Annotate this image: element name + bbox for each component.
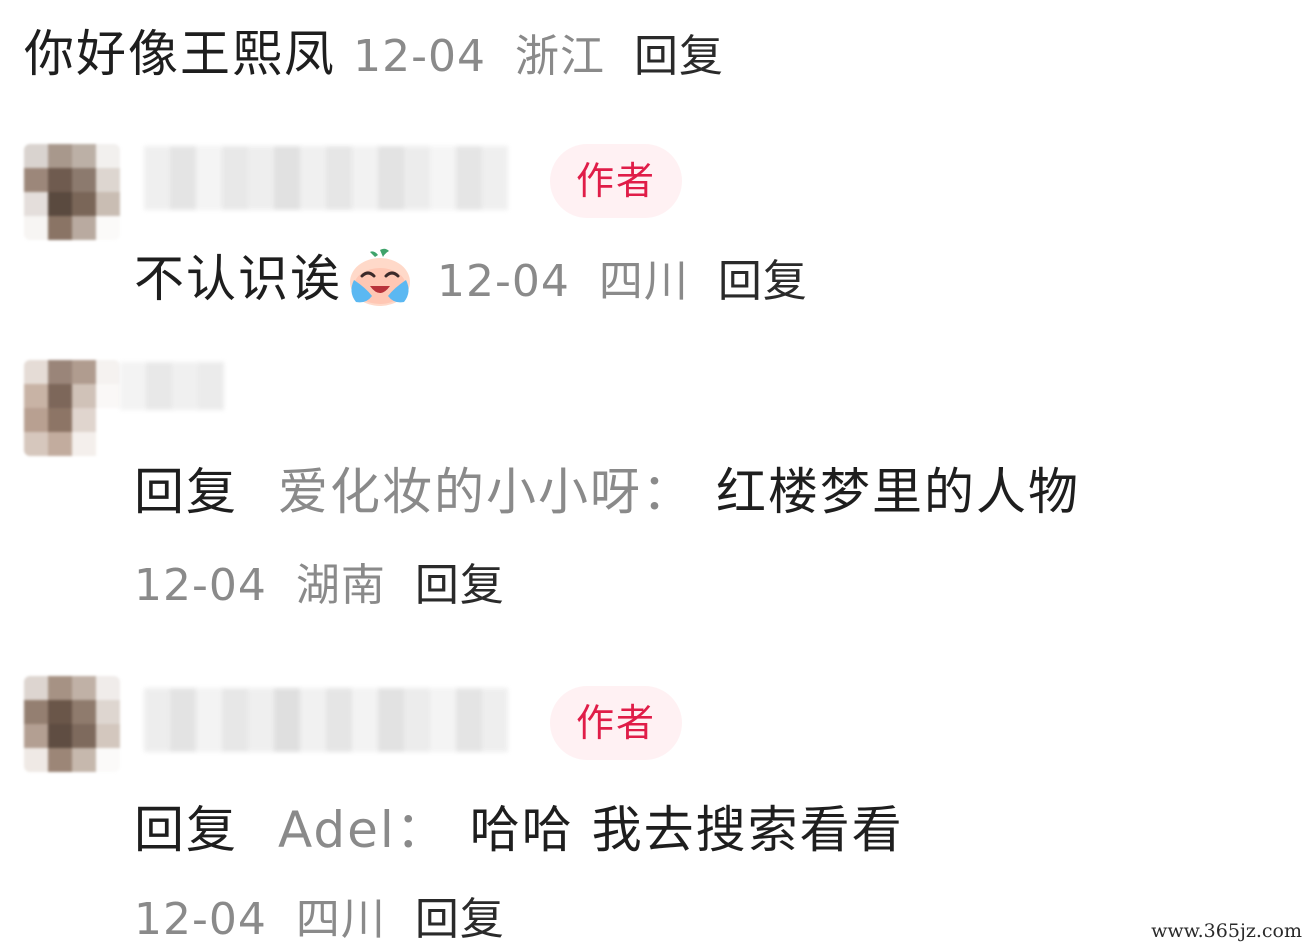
avatar[interactable] <box>24 676 120 772</box>
author-badge: 作者 <box>550 144 682 218</box>
reply-text: 红楼梦里的人物 <box>716 463 1080 521</box>
site-watermark: www.365jz.com <box>1151 920 1302 942</box>
username-blurred[interactable] <box>120 362 224 410</box>
comment-date: 12-04 <box>353 31 486 82</box>
reply-location: 湖南 <box>295 560 386 611</box>
reply-prefix: 回复 <box>134 801 238 859</box>
reply-button[interactable]: 回复 <box>415 560 505 611</box>
reply-date: 12-04 <box>134 894 267 945</box>
mention-username[interactable]: Adel： <box>278 801 448 859</box>
avatar[interactable] <box>24 360 120 456</box>
avatar[interactable] <box>24 144 120 240</box>
username-blurred[interactable] <box>144 688 508 752</box>
reply-location: 四川 <box>598 256 689 307</box>
reply-row: 不认识诶 12-04 四川 回复 <box>134 246 808 312</box>
reply-text: 哈哈 我去搜索看看 <box>469 801 904 859</box>
reply-button[interactable]: 回复 <box>634 31 724 82</box>
comment-row: 你好像王熙凤 12-04 浙江 回复 <box>24 24 724 85</box>
username-blurred[interactable] <box>144 146 508 210</box>
reply-date: 12-04 <box>437 256 570 307</box>
reply-location: 四川 <box>295 894 386 945</box>
crying-laughing-face-icon <box>346 246 414 312</box>
reply-text: 不认识诶 <box>134 250 342 308</box>
reply-prefix: 回复 <box>134 463 238 521</box>
mention-username[interactable]: 爱化妆的小小呀： <box>278 463 694 521</box>
reply-date: 12-04 <box>134 560 267 611</box>
reply-button[interactable]: 回复 <box>718 256 808 307</box>
author-badge: 作者 <box>550 686 682 760</box>
reply-meta: 12-04 湖南 回复 <box>134 558 505 614</box>
reply-row: 回复 Adel： 哈哈 我去搜索看看 <box>134 800 904 860</box>
comment-location: 浙江 <box>514 31 605 82</box>
reply-row: 回复 爱化妆的小小呀： 红楼梦里的人物 <box>134 462 1080 522</box>
comment-text: 你好像王熙凤 <box>24 25 336 83</box>
reply-meta: 12-04 四川 回复 <box>134 892 505 948</box>
reply-button[interactable]: 回复 <box>415 894 505 945</box>
